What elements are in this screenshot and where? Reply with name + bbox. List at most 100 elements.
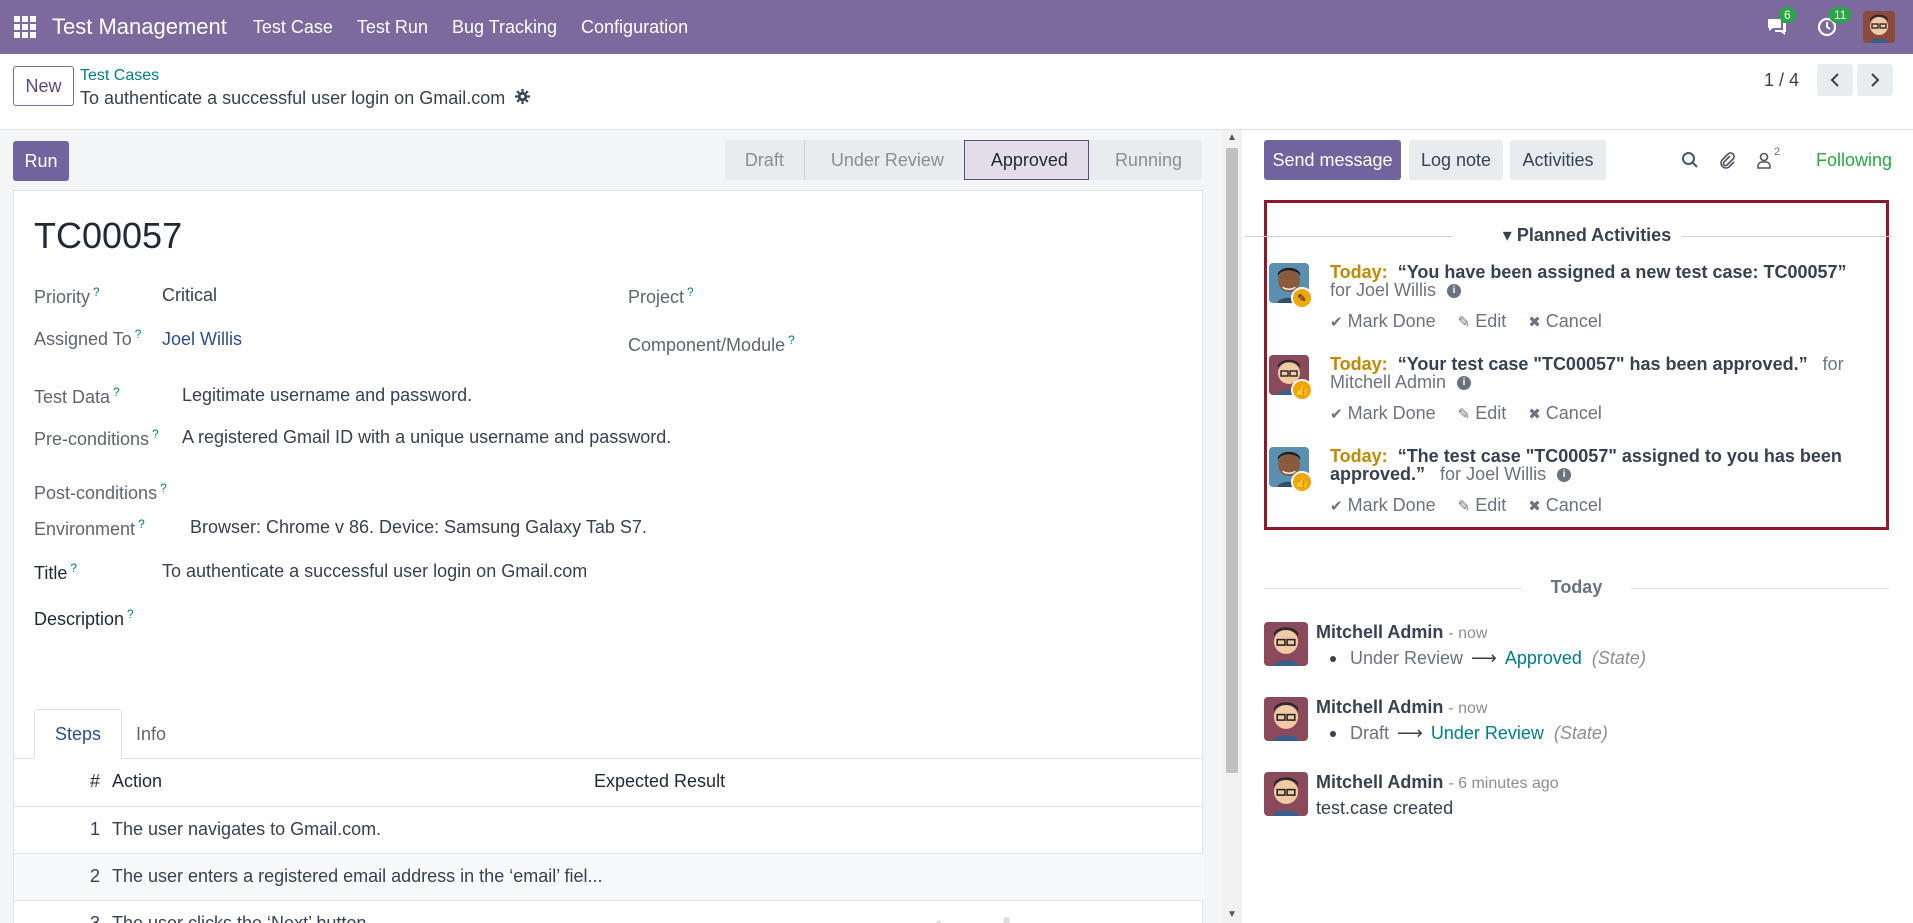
menu-configuration[interactable]: Configuration bbox=[581, 17, 688, 38]
environment-value[interactable]: Browser: Chrome v 86. Device: Samsung Ga… bbox=[190, 517, 647, 538]
activity-text: Today: “The test case "TC00057" assigned… bbox=[1330, 447, 1870, 483]
message-avatar[interactable] bbox=[1264, 622, 1308, 666]
message-avatar[interactable] bbox=[1264, 772, 1308, 816]
scroll-thumb[interactable] bbox=[1226, 148, 1238, 773]
table-row[interactable]: 2 The user enters a registered email add… bbox=[14, 854, 1204, 901]
new-button[interactable]: New bbox=[13, 66, 74, 106]
project-label: Project? bbox=[628, 285, 694, 307]
new-value: Under Review bbox=[1430, 723, 1544, 743]
tracking-value: Draft ⟶ Under Review (State) bbox=[1316, 723, 1608, 744]
stage-approved[interactable]: Approved bbox=[963, 140, 1089, 180]
table-row[interactable]: 1 The user navigates to Gmail.com. bbox=[14, 807, 1204, 854]
apps-menu-icon[interactable] bbox=[14, 16, 36, 38]
record-name[interactable]: TC00057 bbox=[34, 215, 182, 257]
activity-due: Today: bbox=[1330, 262, 1388, 282]
user-avatar[interactable] bbox=[1863, 11, 1895, 43]
col-expected-header[interactable]: Expected Result bbox=[594, 771, 725, 792]
menu-bug-tracking[interactable]: Bug Tracking bbox=[452, 17, 557, 38]
send-message-button[interactable]: Send message bbox=[1264, 140, 1401, 180]
message-time: - now bbox=[1448, 625, 1488, 642]
message-author[interactable]: Mitchell Admin - now bbox=[1316, 697, 1487, 718]
stage-draft[interactable]: Draft bbox=[725, 140, 804, 180]
info-icon[interactable]: i bbox=[1457, 376, 1472, 391]
message-author[interactable]: Mitchell Admin - 6 minutes ago bbox=[1316, 772, 1559, 793]
stage-running[interactable]: Running bbox=[1089, 140, 1202, 180]
breadcrumb-parent[interactable]: Test Cases bbox=[80, 67, 159, 85]
assigned-to-value[interactable]: Joel Willis bbox=[162, 329, 242, 350]
following-button[interactable]: Following bbox=[1816, 150, 1892, 171]
tracked-field-name: (State) bbox=[1591, 648, 1646, 668]
mark-done-button[interactable]: ✔ Mark Done bbox=[1330, 495, 1436, 516]
stage-under-review[interactable]: Under Review bbox=[805, 140, 964, 180]
pencil-icon: ✎ bbox=[1457, 405, 1471, 423]
app-name[interactable]: Test Management bbox=[52, 14, 227, 40]
log-note-button[interactable]: Log note bbox=[1409, 140, 1503, 180]
activity-due: Today: bbox=[1330, 446, 1388, 466]
thumbs-up-badge-icon: 👍 bbox=[1291, 379, 1313, 401]
old-value: Draft bbox=[1350, 723, 1390, 743]
message-time: - now bbox=[1448, 700, 1488, 717]
activities-badge: 11 bbox=[1829, 7, 1852, 23]
message-author[interactable]: Mitchell Admin - now bbox=[1316, 622, 1487, 643]
search-icon[interactable] bbox=[1678, 148, 1702, 172]
activity-user: Mitchell Admin bbox=[1330, 372, 1447, 392]
activity-for-label: for bbox=[1440, 464, 1462, 484]
form-scrollbar[interactable]: ▲ ▼ bbox=[1222, 130, 1242, 923]
tab-steps[interactable]: Steps bbox=[34, 709, 123, 759]
preconditions-value[interactable]: A registered Gmail ID with a unique user… bbox=[182, 427, 671, 448]
test-data-value[interactable]: Legitimate username and password. bbox=[182, 385, 472, 406]
message-time: - 6 minutes ago bbox=[1448, 775, 1559, 792]
activities-button[interactable]: Activities bbox=[1510, 140, 1606, 180]
messages-icon[interactable]: 6 bbox=[1763, 7, 1796, 41]
edit-button[interactable]: ✎ Edit bbox=[1458, 403, 1507, 424]
pager-value[interactable]: 1 / 4 bbox=[1764, 70, 1799, 91]
menu-test-case[interactable]: Test Case bbox=[253, 17, 333, 38]
followers-icon[interactable] bbox=[1752, 148, 1776, 172]
notebook-tabs: Steps Info bbox=[14, 709, 1204, 759]
chatter-panel: Send message Log note Activities 2 Follo… bbox=[1242, 130, 1913, 923]
title-value[interactable]: To authenticate a successful user login … bbox=[162, 561, 587, 582]
form-sheet: TC00057 Priority? Critical Project? Assi… bbox=[13, 190, 1204, 923]
edit-button[interactable]: ✎ Edit bbox=[1458, 495, 1507, 516]
activity-user: Joel Willis bbox=[1356, 280, 1437, 300]
gear-icon[interactable] bbox=[515, 88, 531, 109]
paperclip-icon[interactable] bbox=[1715, 148, 1739, 172]
info-icon[interactable]: i bbox=[1557, 468, 1572, 483]
message-body: test.case created bbox=[1316, 798, 1454, 818]
scroll-up-arrow-icon[interactable]: ▲ bbox=[1226, 132, 1238, 144]
mark-done-button[interactable]: ✔ Mark Done bbox=[1330, 311, 1436, 332]
chevron-left-icon bbox=[1830, 73, 1839, 87]
tab-info[interactable]: Info bbox=[116, 709, 186, 759]
check-icon: ✔ bbox=[1330, 497, 1343, 515]
activity-summary[interactable]: “Your test case "TC00057" has been appro… bbox=[1398, 354, 1808, 374]
run-button[interactable]: Run bbox=[13, 141, 69, 181]
activity-for-label: for bbox=[1822, 354, 1844, 374]
pager-next-button[interactable] bbox=[1857, 64, 1893, 96]
cancel-button[interactable]: ✖ Cancel bbox=[1528, 311, 1602, 332]
scroll-down-arrow-icon[interactable]: ▼ bbox=[1226, 909, 1238, 921]
step-num: 1 bbox=[89, 819, 100, 839]
priority-value[interactable]: Critical bbox=[162, 285, 217, 306]
activity-summary[interactable]: “The test case "TC00057" assigned to you… bbox=[1330, 446, 1842, 484]
preconditions-label: Pre-conditions? bbox=[34, 427, 159, 449]
menu-test-run[interactable]: Test Run bbox=[357, 17, 428, 38]
cancel-button[interactable]: ✖ Cancel bbox=[1528, 495, 1602, 516]
info-icon[interactable]: i bbox=[1447, 284, 1462, 299]
activities-clock-icon[interactable]: 11 bbox=[1813, 7, 1852, 41]
col-action-header[interactable]: Action bbox=[112, 771, 162, 792]
check-icon: ✔ bbox=[1330, 405, 1343, 423]
activity-text: Today: “You have been assigned a new tes… bbox=[1330, 263, 1870, 299]
edit-activity-badge-icon: ✎ bbox=[1291, 287, 1313, 309]
mark-done-button[interactable]: ✔ Mark Done bbox=[1330, 403, 1436, 424]
cancel-button[interactable]: ✖ Cancel bbox=[1528, 403, 1602, 424]
activity-summary[interactable]: “You have been assigned a new test case:… bbox=[1398, 262, 1847, 282]
message-avatar[interactable] bbox=[1264, 697, 1308, 741]
control-panel: New Test Cases To authenticate a success… bbox=[0, 54, 1913, 130]
planned-activities-toggle[interactable]: ▾ Planned Activities bbox=[1267, 225, 1907, 246]
edit-button[interactable]: ✎ Edit bbox=[1458, 311, 1507, 332]
assigned-to-label: Assigned To? bbox=[34, 327, 142, 349]
pager-previous-button[interactable] bbox=[1817, 64, 1853, 96]
col-num-header: # bbox=[89, 771, 100, 791]
tracking-value: Under Review ⟶ Approved (State) bbox=[1316, 648, 1646, 669]
activity-actions: ✔ Mark Done ✎ Edit ✖ Cancel bbox=[1330, 403, 1624, 424]
